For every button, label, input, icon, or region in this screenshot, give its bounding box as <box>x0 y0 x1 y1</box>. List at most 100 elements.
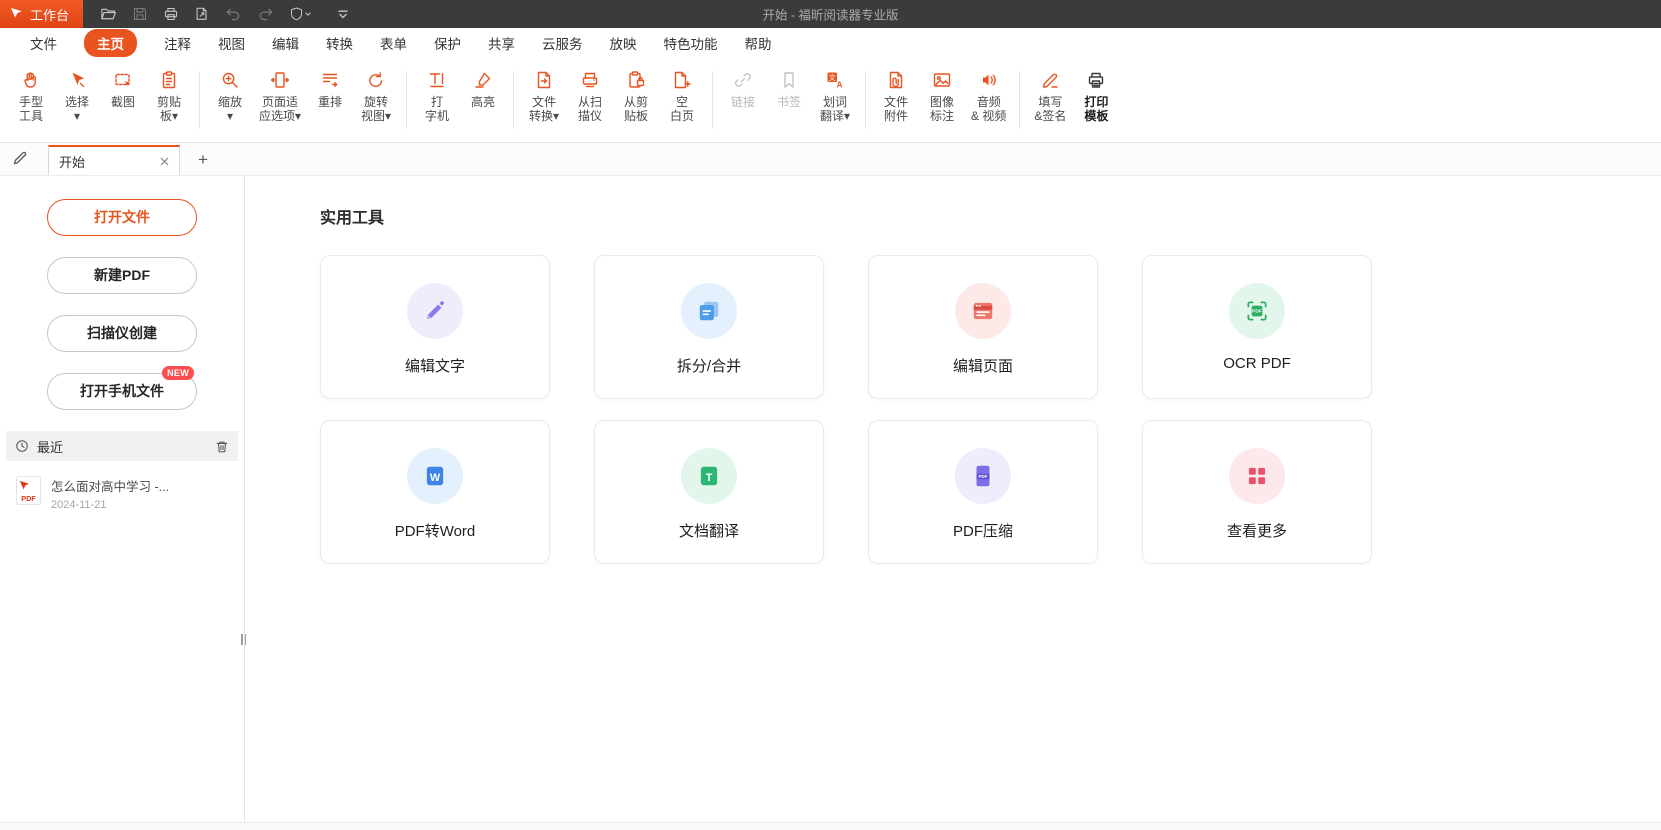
menu-tab-file[interactable]: 文件 <box>30 33 57 53</box>
save-icon[interactable] <box>132 6 148 22</box>
scanner-create-button[interactable]: 扫描仪创建 <box>47 315 197 352</box>
add-tab-button[interactable]: + <box>198 151 208 168</box>
ribbon-fill-sign[interactable]: 填写 &签名 <box>1027 58 1073 142</box>
card-icon-circle: T <box>681 448 737 504</box>
menu-tab-protect[interactable]: 保护 <box>434 33 461 53</box>
typewriter-icon <box>427 68 447 92</box>
ribbon-image-annotation[interactable]: 图像 标注 <box>919 58 965 142</box>
highlight-icon <box>473 68 493 92</box>
tool-card-grid: 编辑文字 拆分/合并 编辑页面 <box>320 255 1661 564</box>
content-area: 打开文件 新建PDF 扫描仪创建 打开手机文件 NEW 最近 <box>0 176 1661 822</box>
card-doc-translate[interactable]: T 文档翻译 <box>594 420 824 564</box>
ribbon-highlight[interactable]: 高亮 <box>460 58 506 142</box>
menu-tab-slideshow[interactable]: 放映 <box>610 33 637 53</box>
open-folder-icon[interactable] <box>100 6 117 23</box>
sidebar-splitter-handle[interactable] <box>241 634 246 645</box>
section-title: 实用工具 <box>320 204 1661 228</box>
menu-tab-features[interactable]: 特色功能 <box>664 33 718 53</box>
menu-tab-convert[interactable]: 转换 <box>326 33 353 53</box>
menu-bar: 文件 主页 注释 视图 编辑 转换 表单 保护 共享 云服务 放映 特色功能 帮… <box>0 28 1661 58</box>
card-edit-pages[interactable]: 编辑页面 <box>868 255 1098 399</box>
ribbon-print-template[interactable]: 打印 模板 <box>1073 58 1119 142</box>
close-tab-icon[interactable] <box>160 157 169 166</box>
status-bar <box>0 822 1661 830</box>
main-panel: 实用工具 编辑文字 拆分/合并 <box>245 176 1661 822</box>
ribbon-clipboard[interactable]: 剪贴 板▾ <box>146 58 192 142</box>
doc-tab-start[interactable]: 开始 <box>48 145 180 175</box>
ribbon-typewriter[interactable]: 打 字机 <box>414 58 460 142</box>
open-file-button[interactable]: 打开文件 <box>47 199 197 236</box>
ribbon-zoom[interactable]: 缩放 ▾ <box>207 58 253 142</box>
ribbon-file-convert[interactable]: 文件 转换▾ <box>521 58 567 142</box>
quick-access-toolbar <box>100 6 312 23</box>
card-label: 拆分/合并 <box>677 355 741 376</box>
ribbon-separator <box>513 71 514 129</box>
recent-file-item[interactable]: PDF 怎么面对高中学习 -... 2024-11-21 <box>0 461 244 526</box>
card-label: 查看更多 <box>1227 520 1287 541</box>
card-pdf-compress[interactable]: PDF PDF压缩 <box>868 420 1098 564</box>
ribbon-link[interactable]: 链接 <box>720 58 766 142</box>
pencil-icon[interactable] <box>12 150 28 166</box>
card-icon-circle: W <box>407 448 463 504</box>
protect-icon[interactable] <box>289 6 312 22</box>
hand-tool-icon <box>21 68 41 92</box>
undo-icon[interactable] <box>225 7 242 22</box>
menu-tab-help[interactable]: 帮助 <box>745 33 772 53</box>
ribbon-from-scanner[interactable]: 从扫 描仪 <box>567 58 613 142</box>
print-icon[interactable] <box>163 6 179 22</box>
pdf-compress-icon: PDF <box>970 463 996 489</box>
card-edit-text[interactable]: 编辑文字 <box>320 255 550 399</box>
edit-text-icon <box>422 298 448 324</box>
ribbon-bookmark[interactable]: 书签 <box>766 58 812 142</box>
menu-tab-home[interactable]: 主页 <box>84 29 137 57</box>
menu-tab-form[interactable]: 表单 <box>380 33 407 53</box>
export-icon[interactable] <box>194 6 210 22</box>
card-icon-circle: PDF <box>1229 283 1285 339</box>
ribbon-from-clipboard[interactable]: 从剪 贴板 <box>613 58 659 142</box>
pdf-to-word-icon: W <box>422 463 448 489</box>
view-more-icon <box>1244 463 1270 489</box>
menu-tab-view[interactable]: 视图 <box>218 33 245 53</box>
card-ocr-pdf[interactable]: PDF OCR PDF <box>1142 255 1372 399</box>
ribbon-file-attachment[interactable]: 文件 附件 <box>873 58 919 142</box>
ribbon-select[interactable]: 选择 ▾ <box>54 58 100 142</box>
menu-tab-share[interactable]: 共享 <box>488 33 515 53</box>
clipboard-icon <box>159 68 179 92</box>
ribbon-rotate-view[interactable]: 旋转 视图▾ <box>353 58 399 142</box>
workspace-button[interactable]: 工作台 <box>0 0 83 28</box>
menu-tab-comment[interactable]: 注释 <box>164 33 191 53</box>
recent-label: 最近 <box>37 437 63 456</box>
ocr-pdf-icon: PDF <box>1244 298 1270 324</box>
new-pdf-button[interactable]: 新建PDF <box>47 257 197 294</box>
ribbon-snapshot[interactable]: 截图 <box>100 58 146 142</box>
svg-text:PDF: PDF <box>21 494 36 503</box>
trash-icon[interactable] <box>215 439 229 454</box>
card-label: 编辑页面 <box>953 355 1013 376</box>
open-mobile-file-button[interactable]: 打开手机文件 NEW <box>47 373 197 410</box>
svg-text:A: A <box>837 81 843 90</box>
menu-tab-cloud[interactable]: 云服务 <box>542 33 583 53</box>
svg-text:W: W <box>430 472 441 484</box>
page-fit-icon <box>270 68 290 92</box>
card-pdf-to-word[interactable]: W PDF转Word <box>320 420 550 564</box>
ribbon-blank-page[interactable]: 空 白页 <box>659 58 705 142</box>
ribbon-reflow[interactable]: 重排 <box>307 58 353 142</box>
recent-file-name: 怎么面对高中学习 -... <box>51 476 169 495</box>
bookmark-icon <box>779 68 799 92</box>
rotate-view-icon <box>366 68 386 92</box>
reflow-icon <box>320 68 340 92</box>
svg-text:PDF: PDF <box>1252 309 1262 315</box>
ribbon-page-fit-options[interactable]: 页面适 应选项▾ <box>253 58 307 142</box>
recent-section-header: 最近 <box>6 431 238 461</box>
card-view-more[interactable]: 查看更多 <box>1142 420 1372 564</box>
redo-icon[interactable] <box>257 7 274 22</box>
customize-toolbar-icon[interactable] <box>336 7 350 21</box>
card-split-merge[interactable]: 拆分/合并 <box>594 255 824 399</box>
menu-tab-edit[interactable]: 编辑 <box>272 33 299 53</box>
card-label: 文档翻译 <box>679 520 739 541</box>
ribbon-separator <box>199 71 200 129</box>
split-merge-icon <box>696 298 722 324</box>
ribbon-hand-tool[interactable]: 手型 工具 <box>8 58 54 142</box>
ribbon-word-translate[interactable]: 文A 划词 翻译▾ <box>812 58 858 142</box>
ribbon-audio-video[interactable]: 音频 & 视频 <box>965 58 1012 142</box>
